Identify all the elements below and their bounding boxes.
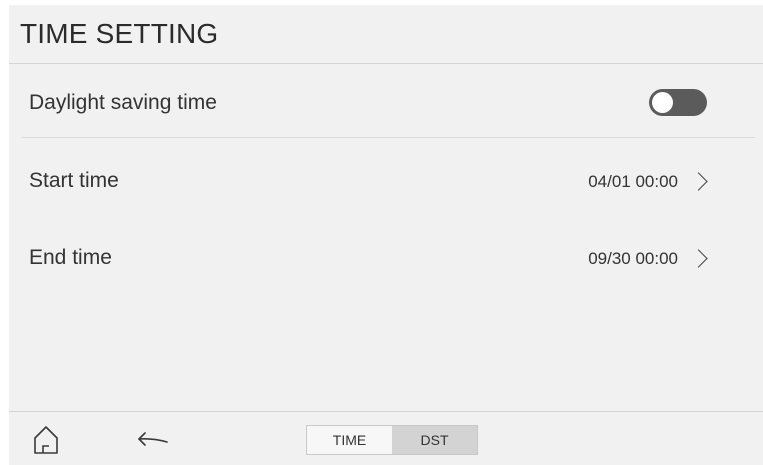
home-icon <box>34 426 58 454</box>
home-button[interactable] <box>29 422 63 458</box>
time-setting-screen: TIME SETTING Daylight saving time Start … <box>9 5 763 465</box>
back-button[interactable] <box>133 424 173 454</box>
toggle-knob <box>652 92 673 113</box>
start-time-label: Start time <box>29 169 119 192</box>
start-time-row[interactable]: Start time 04/01 00:00 <box>9 165 763 197</box>
end-time-value: 09/30 00:00 <box>588 249 678 268</box>
back-arrow-icon <box>138 432 168 446</box>
mode-segmented-control: TIME DST <box>306 425 478 455</box>
chevron-right-icon <box>689 172 708 191</box>
dst-label: Daylight saving time <box>29 91 217 114</box>
header: TIME SETTING <box>9 5 763 64</box>
dst-toggle[interactable] <box>649 89 707 116</box>
end-time-row[interactable]: End time 09/30 00:00 <box>9 242 763 274</box>
tab-dst[interactable]: DST <box>392 426 477 454</box>
end-time-label: End time <box>29 246 112 269</box>
page-title: TIME SETTING <box>20 18 219 49</box>
start-time-value: 04/01 00:00 <box>588 172 678 191</box>
tab-time[interactable]: TIME <box>307 426 392 454</box>
chevron-right-icon <box>689 249 708 268</box>
divider <box>22 137 755 138</box>
footer-bar: TIME DST <box>9 411 763 465</box>
